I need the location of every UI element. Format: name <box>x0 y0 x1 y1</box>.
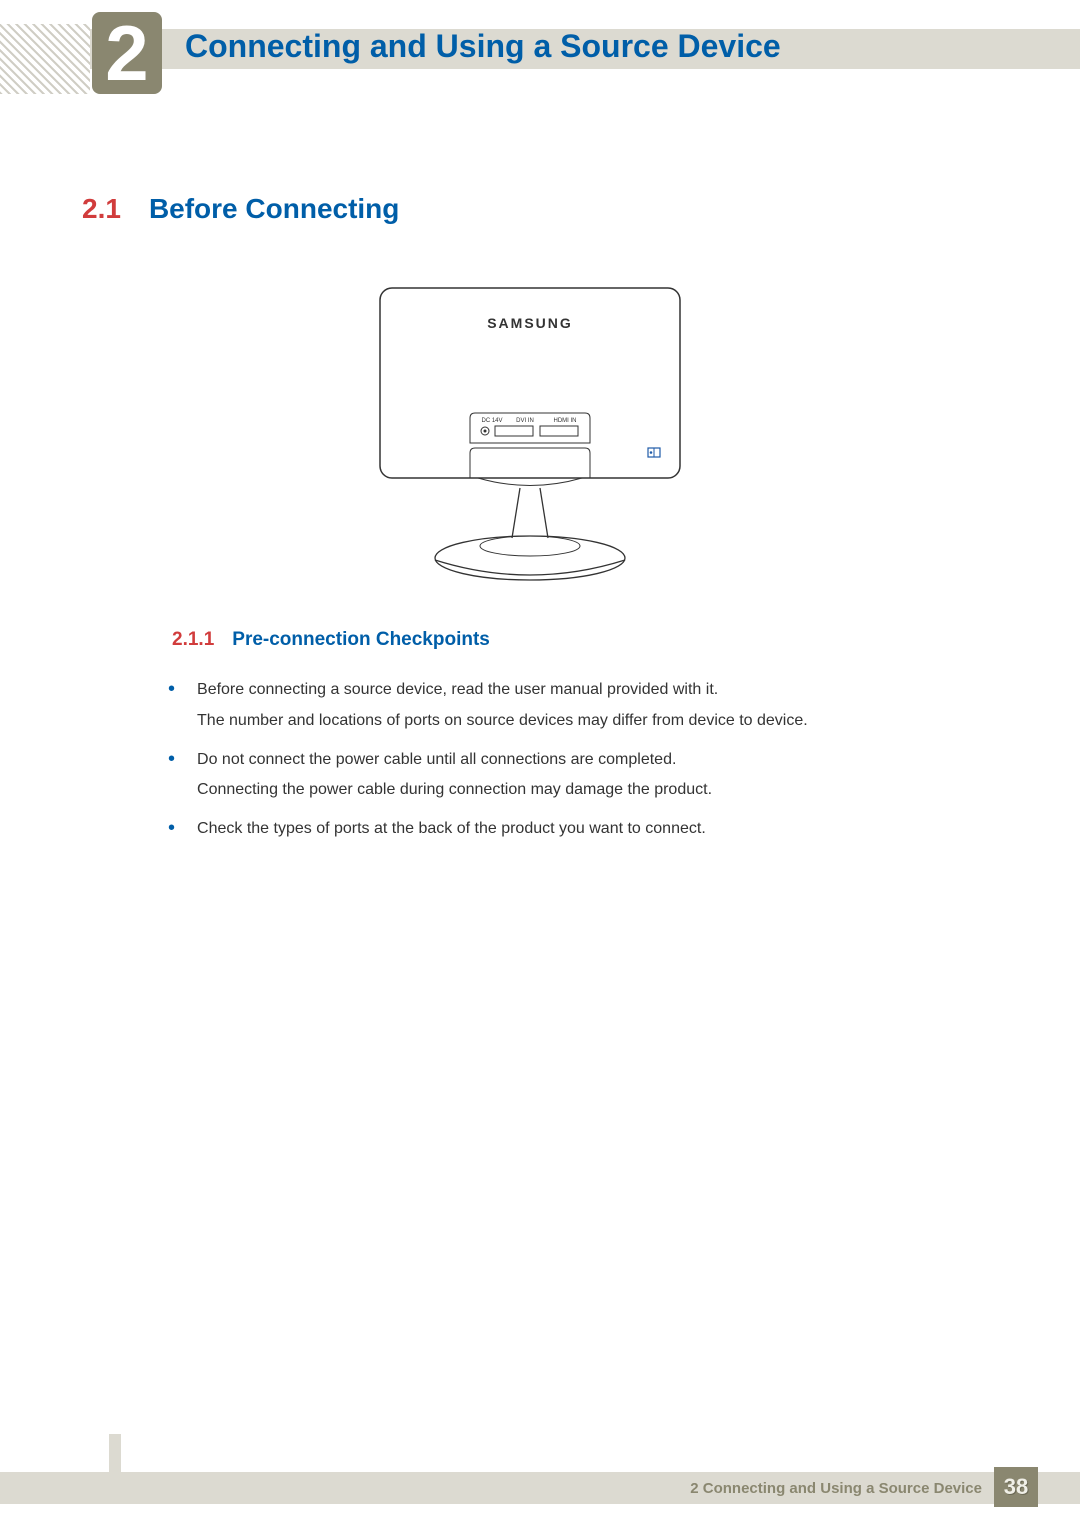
bullet-icon: • <box>168 746 175 806</box>
subsection-number: 2.1.1 <box>172 629 214 651</box>
footer-text: 2 Connecting and Using a Source Device <box>690 1480 982 1497</box>
page-number: 38 <box>1004 1474 1028 1500</box>
brand-label: SAMSUNG <box>487 315 573 331</box>
bullet-text: Do not connect the power cable until all… <box>197 746 990 775</box>
chapter-title: Connecting and Using a Source Device <box>185 28 781 65</box>
bullet-subtext: The number and locations of ports on sou… <box>197 707 990 736</box>
section-heading: 2.1 Before Connecting <box>82 193 399 225</box>
subsection-title: Pre-connection Checkpoints <box>232 629 490 651</box>
svg-text:DVI IN: DVI IN <box>516 418 534 424</box>
checkpoint-list: • Before connecting a source device, rea… <box>168 676 990 854</box>
header-hatch-decoration <box>0 24 90 94</box>
section-number: 2.1 <box>82 193 121 225</box>
bullet-icon: • <box>168 676 175 736</box>
svg-text:DC 14V: DC 14V <box>481 418 502 424</box>
section-title: Before Connecting <box>149 193 399 225</box>
page-number-badge: 38 <box>994 1467 1038 1507</box>
list-item: • Before connecting a source device, rea… <box>168 676 990 736</box>
bullet-icon: • <box>168 815 175 844</box>
svg-text:HDMI IN: HDMI IN <box>554 418 577 424</box>
subsection-heading: 2.1.1 Pre-connection Checkpoints <box>172 629 490 651</box>
list-item: • Do not connect the power cable until a… <box>168 746 990 806</box>
list-item: • Check the types of ports at the back o… <box>168 815 990 844</box>
chapter-badge: 2 <box>92 12 162 94</box>
monitor-illustration: SAMSUNG DC 14V DVI IN HDMI IN <box>370 278 690 598</box>
chapter-number: 2 <box>105 14 148 92</box>
bullet-subtext: Connecting the power cable during connec… <box>197 776 990 805</box>
bullet-text: Check the types of ports at the back of … <box>197 815 990 844</box>
bullet-text: Before connecting a source device, read … <box>197 676 990 705</box>
